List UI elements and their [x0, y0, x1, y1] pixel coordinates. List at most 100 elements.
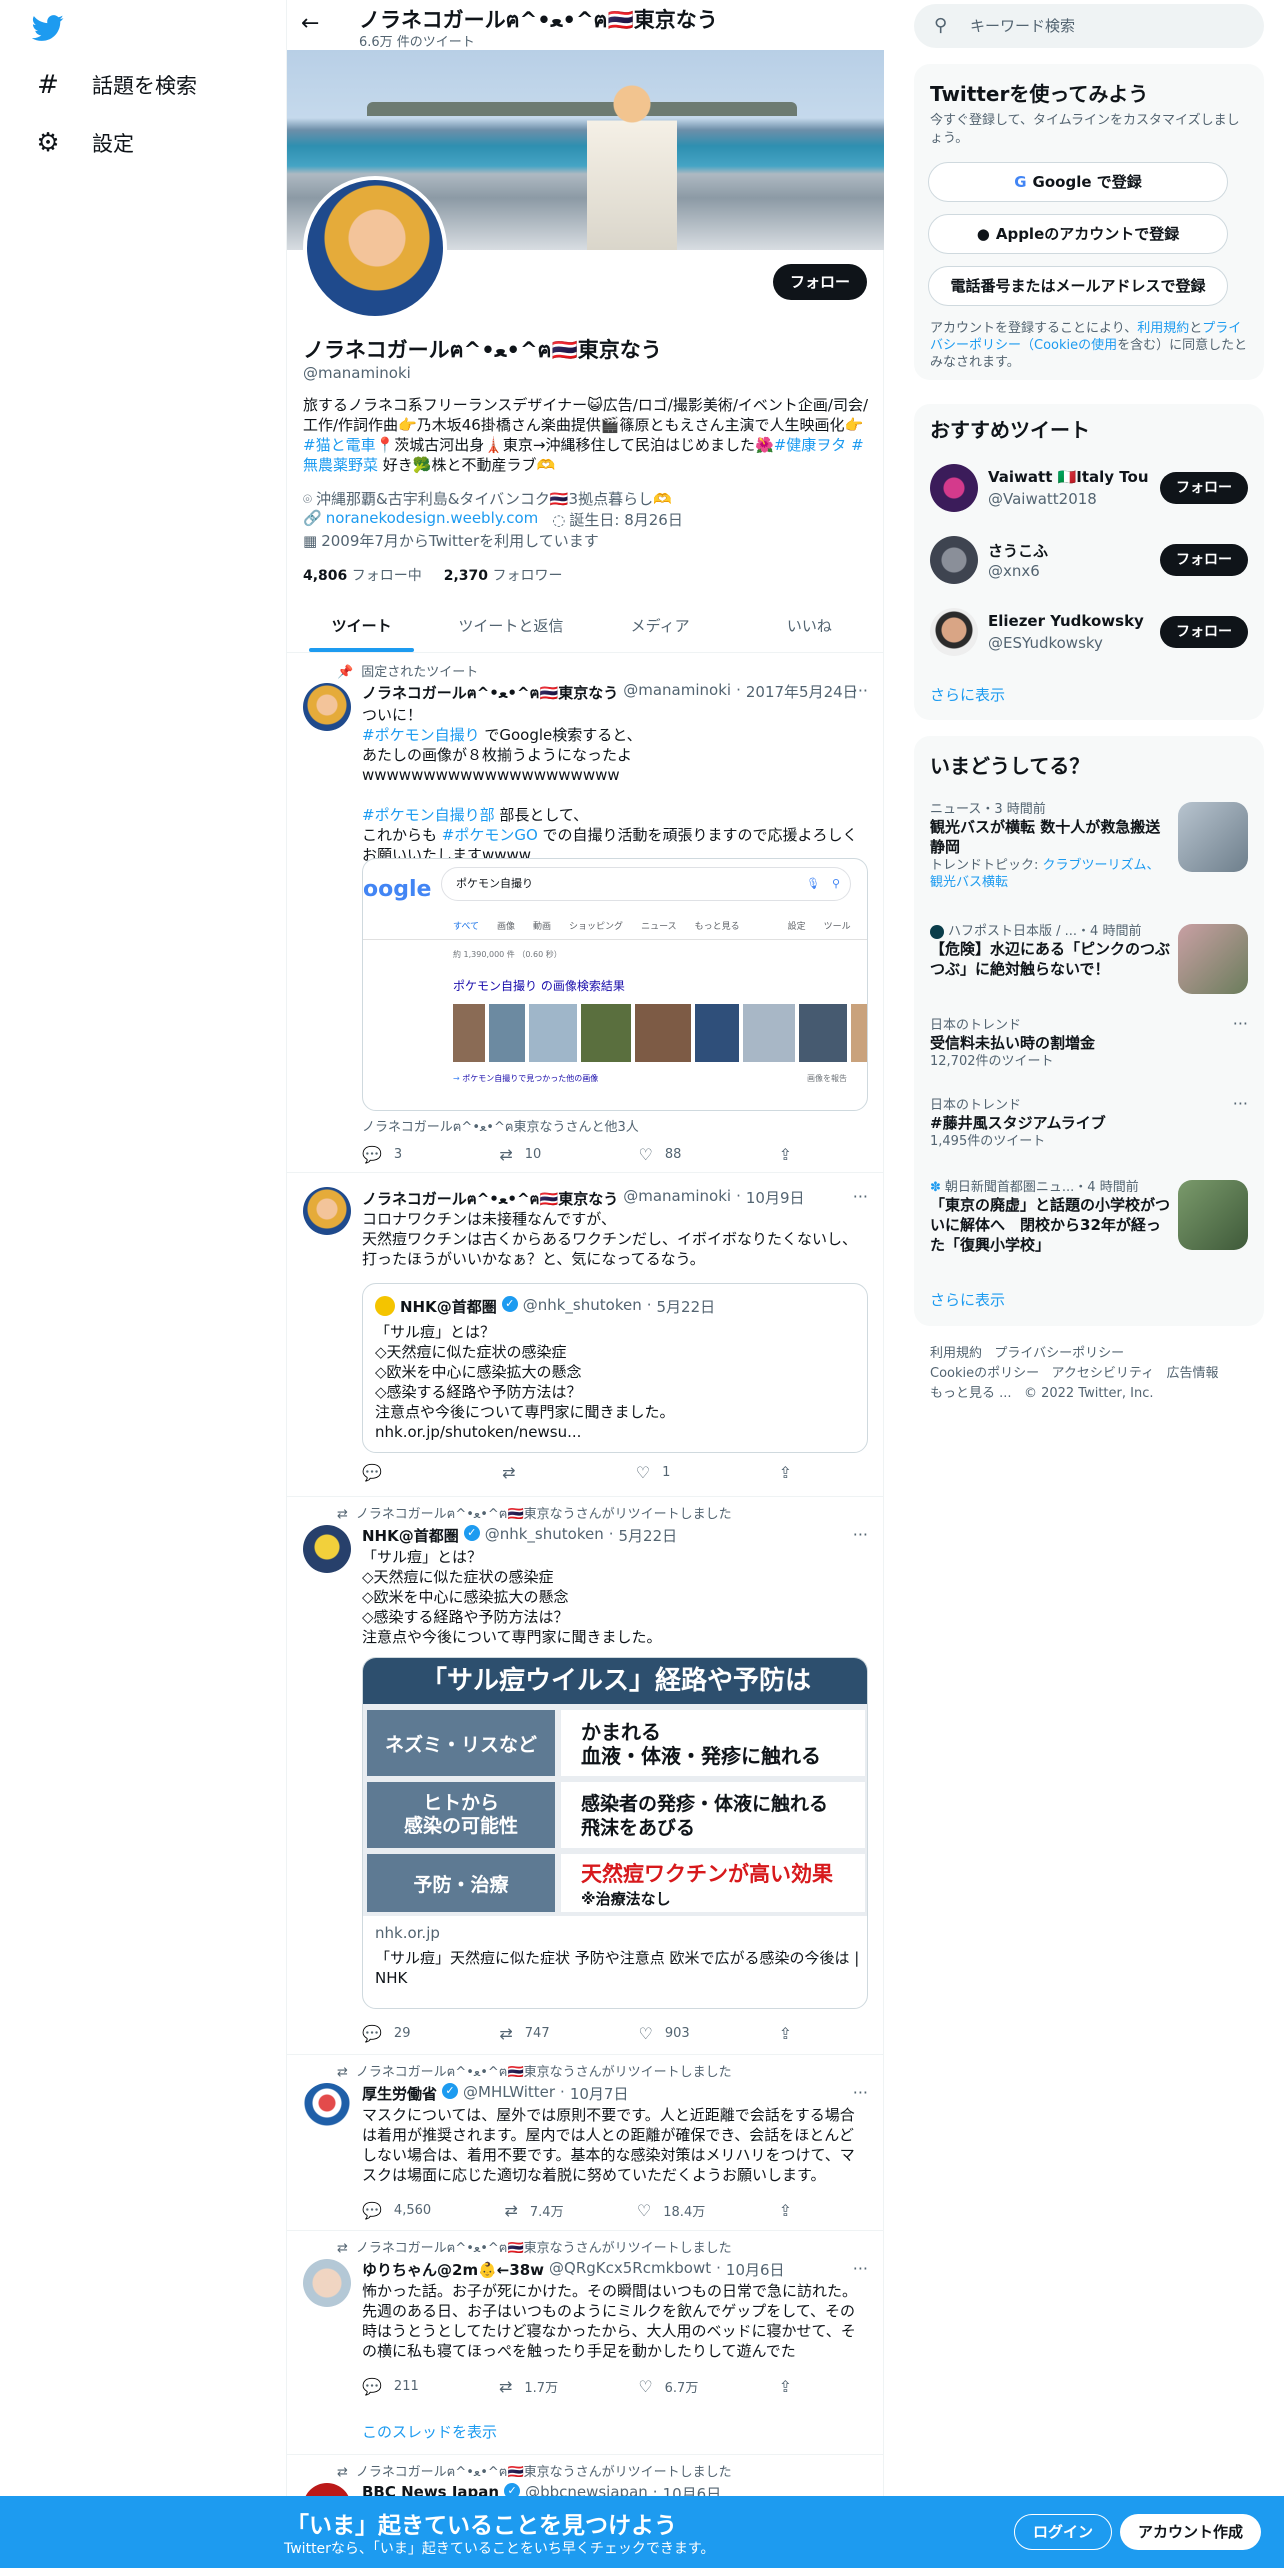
email-signup-button[interactable]: 電話番号またはメールアドレスで登録	[928, 266, 1228, 306]
more-icon[interactable]: ···	[853, 1187, 868, 1206]
tweet-author-name[interactable]: 厚生労働省	[362, 2083, 437, 2104]
follow-button[interactable]: フォロー	[1160, 472, 1248, 504]
trend-item[interactable]: 日本のトレンド #藤井風スタジアムライブ 1,495件のツイート ···	[930, 1094, 1248, 1154]
share-button[interactable]: ⇪	[779, 1463, 792, 1482]
avatar[interactable]	[303, 1187, 351, 1235]
tweet-author-handle[interactable]: @nhk_shutoken	[485, 1525, 604, 1546]
footer-link[interactable]: もっと見る ...	[930, 1386, 1012, 1401]
tweet[interactable]: ⇄ ノラネコガールฅ^•ﻌ•^ฅ🇹🇭東京なうさんがリツイートしました NHK@首都…	[287, 1497, 884, 2055]
show-more-link[interactable]: さらに表示	[930, 684, 1005, 705]
tab-tweets[interactable]: ツイート	[287, 600, 436, 652]
tweet-image-google-search[interactable]: oogle ポケモン自撮り 🎙 ⚲ すべて 画像 動画 ショッピング ニュース もっと見る 設定…	[362, 858, 868, 1111]
tweet-date[interactable]: 5月22日	[619, 1525, 678, 1546]
tweet-date[interactable]: 10月7日	[570, 2083, 629, 2104]
nav-explore[interactable]: # 話題を検索	[34, 70, 197, 100]
tweet[interactable]: ⇄ ノラネコガールฅ^•ﻌ•^ฅ🇹🇭東京なうさんがリツイートしました 厚生労働省 …	[287, 2055, 884, 2231]
twitter-logo-icon[interactable]	[32, 12, 64, 44]
avatar[interactable]	[303, 2083, 351, 2131]
tweet-author-name[interactable]: ゆりちゃん@2m👶←38w	[362, 2259, 544, 2280]
share-button[interactable]: ⇪	[779, 2201, 792, 2220]
avatar[interactable]	[303, 2259, 351, 2307]
tweet-author-name[interactable]: ノラネコガールฅ^•ﻌ•^ฅ🇹🇭東京なう	[362, 1187, 618, 1211]
like-button[interactable]: ♡ 18.4万	[637, 2201, 705, 2220]
search-input[interactable]: ⚲ キーワード検索	[914, 4, 1264, 48]
trend-item[interactable]: ハフポスト日本版 / ...・4 時間前 【危険】水辺にある「ピンクのつぶつぶ」…	[930, 920, 1248, 996]
profile-website-link[interactable]: noranekodesign.weebly.com	[326, 509, 539, 527]
like-button[interactable]: ♡ 903	[639, 2024, 690, 2043]
share-button[interactable]: ⇪	[779, 2377, 792, 2396]
tweet-author-handle[interactable]: @QRgKcx5Rcmkbowt	[549, 2259, 711, 2280]
more-icon[interactable]: ···	[1233, 1094, 1248, 1113]
tweet-date[interactable]: 10月9日	[746, 1187, 805, 1211]
reply-button[interactable]: 💬 29	[362, 2024, 410, 2043]
tweet-date[interactable]: 10月6日	[726, 2259, 785, 2280]
follow-button[interactable]: フォロー	[1160, 544, 1248, 576]
tab-likes[interactable]: いいね	[735, 600, 884, 652]
hashtag-link[interactable]: #ポケモンGO	[442, 826, 538, 844]
share-button[interactable]: ⇪	[779, 1145, 792, 1164]
tweet[interactable]: 📌 固定されたツイート ノラネコガールฅ^•ﻌ•^ฅ🇹🇭東京なう @manamin…	[287, 653, 884, 1173]
retweet-button[interactable]: ⇄ 747	[499, 2024, 549, 2043]
footer-link[interactable]: 利用規約	[930, 1346, 982, 1361]
tweet-author-handle[interactable]: @manaminoki	[623, 681, 731, 705]
login-button[interactable]: ログイン	[1014, 2514, 1113, 2550]
footer-link[interactable]: プライバシーポリシー	[994, 1346, 1124, 1361]
follow-button[interactable]: フォロー	[772, 264, 867, 300]
more-icon[interactable]: ···	[853, 2083, 868, 2102]
footer-link[interactable]: 広告情報	[1167, 1366, 1219, 1381]
footer-link[interactable]: Cookieのポリシー	[930, 1366, 1039, 1381]
tweet[interactable]: ノラネコガールฅ^•ﻌ•^ฅ🇹🇭東京なう @manaminoki · 10月9日…	[287, 1173, 884, 1497]
footer-link[interactable]: アクセシビリティ	[1052, 1366, 1155, 1381]
profile-avatar[interactable]	[303, 176, 447, 320]
like-button[interactable]: ♡ 6.7万	[638, 2377, 698, 2396]
like-button[interactable]: ♡ 88	[639, 1145, 682, 1164]
follow-button[interactable]: フォロー	[1160, 616, 1248, 648]
avatar[interactable]	[303, 1525, 351, 1573]
tweet-author-handle[interactable]: @manaminoki	[623, 1187, 731, 1211]
retweet-button[interactable]: ⇄ 1.7万	[499, 2377, 558, 2396]
trend-item[interactable]: 日本のトレンド 受信料未払い時の割増金 12,702件のツイート ···	[930, 1014, 1248, 1074]
retweet-button[interactable]: ⇄	[502, 1463, 527, 1482]
recommended-user[interactable]: さうこふ @xnx6 フォロー	[930, 532, 1248, 588]
tweet[interactable]: ⇄ ノラネコガールฅ^•ﻌ•^ฅ🇹🇭東京なうさんがリツイートしました ゆりちゃん@…	[287, 2231, 884, 2455]
like-button[interactable]: ♡ 1	[636, 1463, 671, 1482]
reply-button[interactable]: 💬 3	[362, 1145, 402, 1164]
tab-tweets-and-replies[interactable]: ツイートと返信	[436, 600, 585, 652]
more-icon[interactable]: ···	[1233, 1014, 1248, 1033]
more-icon[interactable]: ···	[853, 681, 868, 700]
reply-button[interactable]: 💬	[362, 1463, 394, 1482]
hashtag-link[interactable]: #ポケモン自撮り	[362, 726, 480, 744]
apple-signup-button[interactable]: ● Appleのアカウントで登録	[928, 214, 1228, 254]
more-icon[interactable]: ···	[853, 2259, 868, 2278]
trend-item[interactable]: ニュース・3 時間前 観光バスが横転 数十人が救急搬送 静岡 トレンドトピック:…	[930, 798, 1248, 908]
retweet-button[interactable]: ⇄ 7.4万	[504, 2201, 563, 2220]
share-button[interactable]: ⇪	[779, 2024, 792, 2043]
tweet-author-name[interactable]: ノラネコガールฅ^•ﻌ•^ฅ🇹🇭東京なう	[362, 681, 618, 705]
back-arrow-icon[interactable]: ←	[301, 11, 319, 36]
reply-button[interactable]: 💬 4,560	[362, 2201, 431, 2220]
tweet-date[interactable]: 2017年5月24日	[746, 681, 858, 705]
google-signup-button[interactable]: G Google で登録	[928, 162, 1228, 202]
reply-button[interactable]: 💬 211	[362, 2377, 419, 2396]
avatar[interactable]	[303, 683, 351, 731]
link-card[interactable]: 「サル痘ウイルス」経路や予防は ネズミ・リスなど かまれる 血液・体液・発疹に触…	[362, 1657, 868, 2009]
show-more-link[interactable]: さらに表示	[930, 1289, 1005, 1310]
signup-button[interactable]: アカウント作成	[1120, 2514, 1262, 2550]
recommended-user[interactable]: Vaiwatt 🇮🇹Italy Tour ... @Vaiwatt2018 フォ…	[930, 460, 1248, 516]
followers-link[interactable]: 2,370 フォロワー	[444, 565, 563, 585]
terms-link[interactable]: 利用規約	[1137, 321, 1189, 336]
quoted-tweet[interactable]: NHK@首都圏 ✓ @nhk_shutoken · 5月22日 「サル痘」とは？…	[362, 1283, 868, 1453]
nav-settings[interactable]: ⚙ 設定	[34, 128, 134, 158]
tweet-author-name[interactable]: NHK@首都圏	[362, 1525, 459, 1546]
bio-hashtag-link[interactable]: #猫と電車	[303, 436, 376, 454]
tweet-author-handle[interactable]: @MHLWitter	[463, 2083, 555, 2104]
hashtag-link[interactable]: #ポケモン自撮り部	[362, 806, 495, 824]
more-icon[interactable]: ···	[853, 1525, 868, 1544]
tab-media[interactable]: メディア	[586, 600, 735, 652]
retweet-button[interactable]: ⇄ 10	[499, 1145, 541, 1164]
bio-hashtag-link[interactable]: #健康ヲタ	[774, 436, 847, 454]
recommended-user[interactable]: Eliezer Yudkowsky ✓ @ESYudkowsky フォロー	[930, 604, 1248, 660]
following-link[interactable]: 4,806 フォロー中	[303, 565, 422, 585]
tagged-people[interactable]: ノラネコガールฅ^•ﻌ•^ฅ東京なうさんと他3人	[362, 1116, 639, 1137]
show-thread-link[interactable]: このスレッドを表示	[362, 2421, 497, 2442]
